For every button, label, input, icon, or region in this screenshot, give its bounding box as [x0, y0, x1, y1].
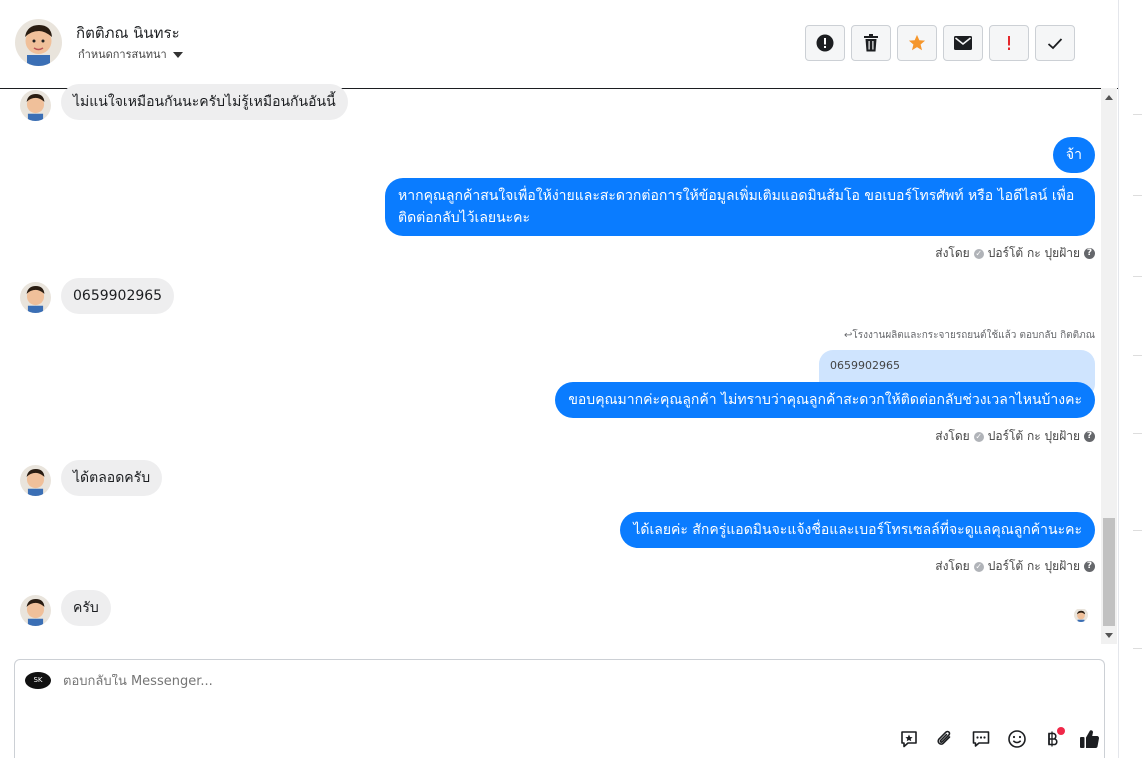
conversation-header: กิตติภณ นินทระ กำหนดการสนทนา: [0, 0, 1118, 89]
star-icon: [908, 34, 926, 51]
help-icon[interactable]: ?: [1084, 248, 1095, 259]
report-spam-button[interactable]: [805, 25, 845, 61]
contact-avatar-small: [20, 90, 51, 121]
divider: [1133, 355, 1142, 356]
sent-by-label: ส่งโดย: [935, 559, 970, 573]
star-button[interactable]: [897, 25, 937, 61]
check-circle-icon: ✓: [973, 431, 984, 442]
scrollbar-thumb[interactable]: [1103, 518, 1115, 626]
check-icon: [1047, 37, 1063, 49]
incoming-message[interactable]: ไม่แน่ใจเหมือนกันนะครับไม่รู้เหมือนกันอั…: [61, 84, 348, 120]
check-circle-icon: ✓: [973, 561, 984, 572]
check-circle-icon: ✓: [973, 248, 984, 259]
thread-scrollbar[interactable]: [1101, 88, 1117, 644]
scroll-down-arrow-icon[interactable]: [1105, 633, 1113, 638]
saved-reply-button[interactable]: [891, 726, 927, 752]
seen-indicator-avatar: [1074, 608, 1088, 622]
outgoing-message[interactable]: ได้เลยค่ะ สักครู่แอดมินจะแจ้งชื่อและเบอร…: [620, 512, 1095, 548]
conversation-status-label: กำหนดการสนทนา: [78, 48, 167, 61]
side-panel-edge: [1118, 0, 1142, 758]
outgoing-message[interactable]: จ้า: [1052, 137, 1095, 173]
delete-button[interactable]: [851, 25, 891, 61]
attach-file-button[interactable]: [927, 726, 963, 752]
follow-up-button[interactable]: [989, 25, 1029, 61]
reply-note: ↩โรงงานผลิตและกระจายรถยนต์ใช้แล้ว ตอบกลั…: [844, 328, 1095, 343]
reply-composer: SK: [14, 659, 1105, 758]
divider: [1133, 114, 1142, 115]
divider: [1133, 530, 1142, 531]
emoji-icon: [1008, 730, 1026, 748]
reply-input[interactable]: [63, 674, 763, 689]
contact-name[interactable]: กิตติภณ นินทระ: [76, 21, 180, 45]
emoji-button[interactable]: [999, 726, 1035, 752]
sent-by-info: ส่งโดย ✓ ปอร์โต้ กะ ปุยฝ้าย ?: [935, 557, 1095, 576]
mark-unread-button[interactable]: [943, 25, 983, 61]
divider: [1133, 195, 1142, 196]
help-icon[interactable]: ?: [1084, 431, 1095, 442]
sent-by-info: ส่งโดย ✓ ปอร์โต้ กะ ปุยฝ้าย ?: [935, 244, 1095, 263]
composer-tools: [891, 726, 1107, 752]
contact-avatar[interactable]: [15, 19, 62, 66]
scroll-up-arrow-icon[interactable]: [1105, 95, 1113, 100]
payment-button[interactable]: [1035, 726, 1071, 752]
sender-name[interactable]: ปอร์โต้ กะ ปุยฝ้าย: [988, 557, 1080, 576]
header-toolbar: [805, 25, 1075, 61]
contact-avatar-small: [20, 595, 51, 626]
incoming-message[interactable]: ได้ตลอดครับ: [61, 460, 163, 496]
alert-icon: [816, 34, 834, 52]
conversation-status-dropdown[interactable]: กำหนดการสนทนา: [78, 45, 183, 63]
reply-note-text: โรงงานผลิตและกระจายรถยนต์ใช้แล้ว ตอบกลับ…: [852, 330, 1095, 341]
like-button[interactable]: [1071, 726, 1107, 752]
help-icon[interactable]: ?: [1084, 561, 1095, 572]
like-icon: [1080, 730, 1100, 749]
mark-done-button[interactable]: [1035, 25, 1075, 61]
divider: [1133, 648, 1142, 649]
sent-by-label: ส่งโดย: [935, 246, 970, 260]
outgoing-message[interactable]: ขอบคุณมากค่ะคุณลูกค้า ไม่ทราบว่าคุณลูกค้…: [555, 382, 1095, 418]
notification-dot: [1057, 727, 1065, 735]
sent-by-label: ส่งโดย: [935, 429, 970, 443]
incoming-message[interactable]: ครับ: [61, 590, 111, 626]
sent-by-info: ส่งโดย ✓ ปอร์โต้ กะ ปุยฝ้าย ?: [935, 427, 1095, 446]
sender-name[interactable]: ปอร์โต้ กะ ปุยฝ้าย: [988, 244, 1080, 263]
page-logo: SK: [25, 672, 51, 689]
divider: [1133, 433, 1142, 434]
contact-avatar-small: [20, 465, 51, 496]
outgoing-message[interactable]: หากคุณลูกค้าสนใจเพื่อให้ง่ายและสะดวกต่อก…: [385, 178, 1095, 236]
attachment-icon: [937, 730, 951, 745]
mail-icon: [954, 36, 972, 50]
sender-name[interactable]: ปอร์โต้ กะ ปุยฝ้าย: [988, 427, 1080, 446]
incoming-message[interactable]: 0659902965: [61, 278, 175, 314]
divider: [1133, 276, 1142, 277]
contact-avatar-small: [20, 282, 51, 313]
caret-down-icon: [172, 52, 183, 58]
quick-reply-button[interactable]: [963, 726, 999, 752]
trash-icon: [864, 34, 878, 52]
saved-reply-icon: [901, 731, 917, 748]
chat-bubble-icon: [972, 731, 990, 747]
exclamation-icon: [1008, 36, 1010, 50]
